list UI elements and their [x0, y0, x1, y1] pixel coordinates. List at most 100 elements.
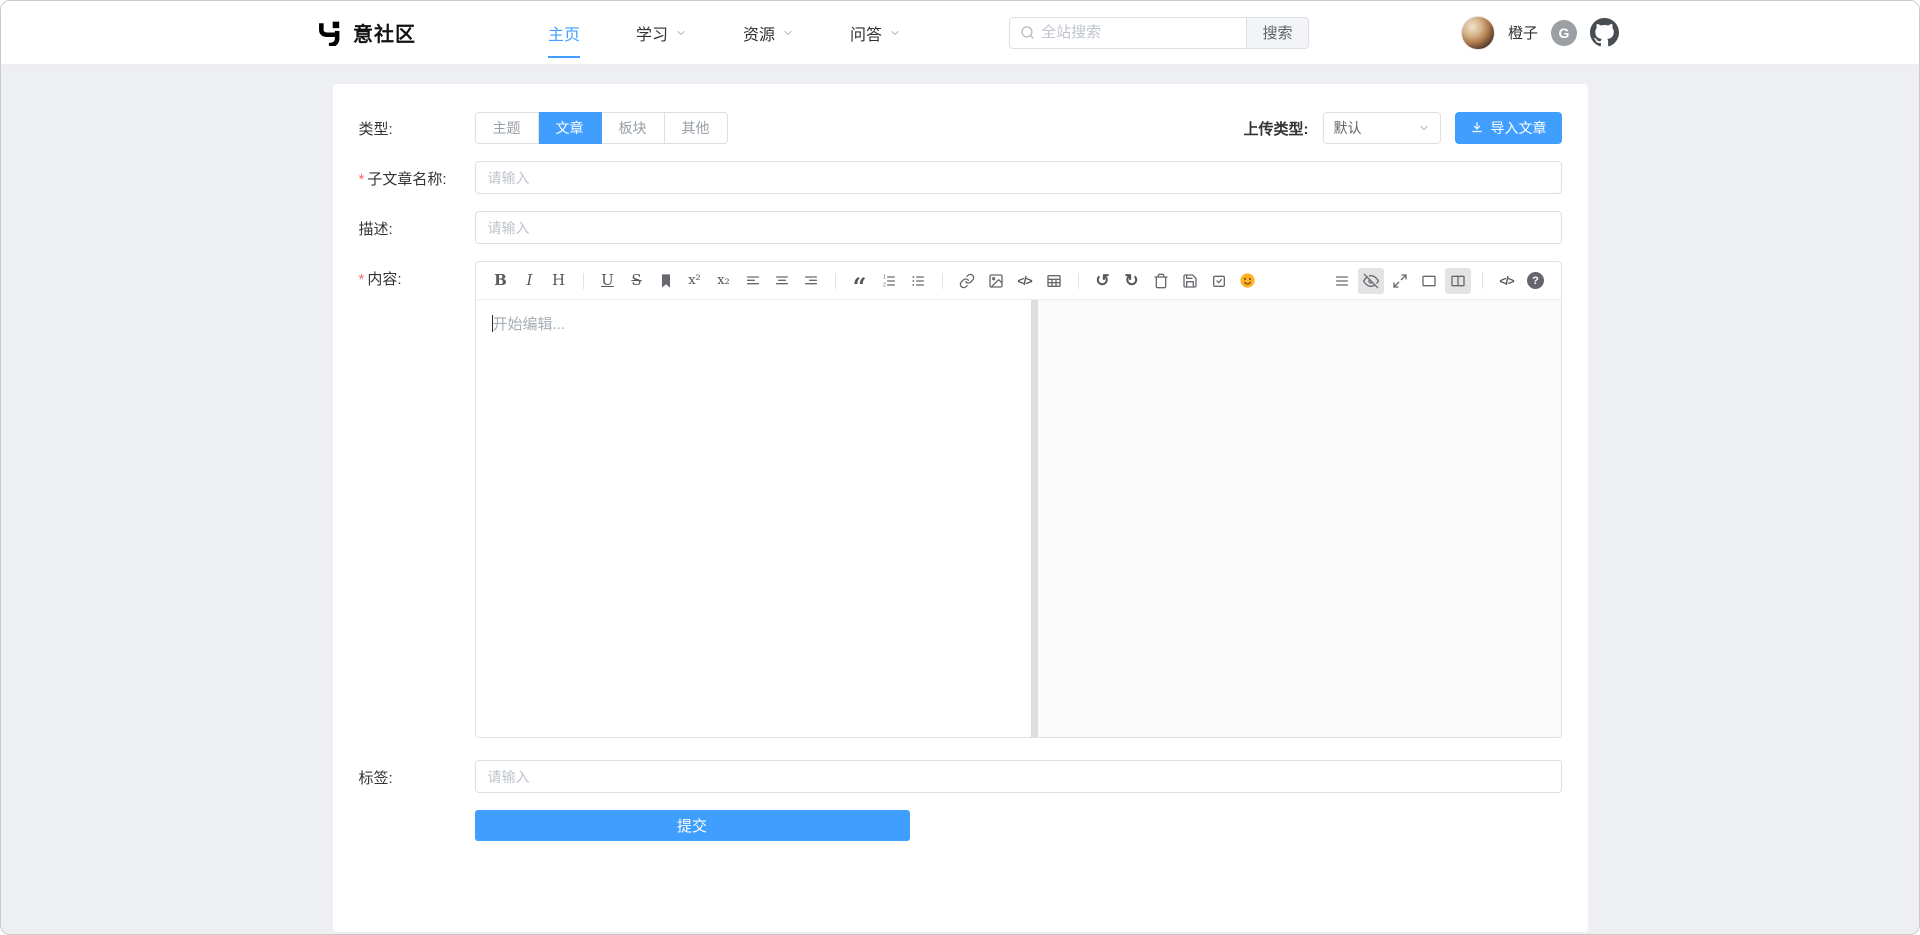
article-form-card: 类型: 主题 文章 板块 其他 上传类型: 默认 导入文章 — [333, 84, 1588, 932]
tags-label: 标签: — [359, 760, 475, 793]
nav-item-resources[interactable]: 资源 — [743, 1, 794, 65]
fullscreen-button[interactable] — [1387, 268, 1413, 294]
upload-type-select[interactable]: 默认 — [1323, 112, 1441, 144]
avatar[interactable] — [1461, 16, 1495, 50]
site-search: 搜索 — [1009, 17, 1309, 49]
submit-spacer — [359, 810, 475, 841]
italic-button[interactable]: I — [517, 268, 543, 294]
content-label: *内容: — [359, 261, 475, 738]
toolbar-divider — [1482, 273, 1483, 289]
pane-resize-handle[interactable] — [1031, 300, 1038, 737]
superscript-icon: x² — [688, 274, 701, 287]
code-button[interactable]: </> — [1012, 268, 1038, 294]
align-right-button[interactable] — [798, 268, 824, 294]
strikethrough-button[interactable]: S — [624, 268, 650, 294]
redo-button[interactable]: ↻ — [1119, 268, 1145, 294]
subscript-button[interactable]: x₂ — [711, 268, 737, 294]
gitee-icon[interactable]: G — [1551, 20, 1577, 46]
outline-button[interactable] — [1329, 268, 1355, 294]
nav-item-learn[interactable]: 学习 — [636, 1, 687, 65]
editor-placeholder: 开始编辑... — [493, 316, 566, 333]
undo-button[interactable]: ↺ — [1090, 268, 1116, 294]
emoji-button[interactable] — [1235, 268, 1261, 294]
github-icon[interactable] — [1590, 18, 1619, 47]
upload-type-group: 上传类型: 默认 导入文章 — [1244, 112, 1562, 144]
folder-check-icon — [1211, 273, 1227, 289]
unordered-list-button[interactable] — [905, 268, 931, 294]
trash-icon — [1153, 273, 1169, 289]
import-article-label: 导入文章 — [1491, 118, 1547, 138]
editor-input-pane[interactable]: 开始编辑... — [476, 300, 1031, 737]
nav-label: 主页 — [548, 21, 580, 45]
heading-icon: H — [552, 273, 565, 288]
page-background: 类型: 主题 文章 板块 其他 上传类型: 默认 导入文章 — [1, 65, 1919, 935]
draft-button[interactable] — [1206, 268, 1232, 294]
type-option-board[interactable]: 板块 — [602, 112, 665, 144]
editor-preview-pane — [1038, 300, 1561, 737]
tags-input[interactable] — [475, 760, 1562, 793]
ordered-list-button[interactable]: 12 — [876, 268, 902, 294]
source-code-button[interactable]: </> — [1494, 268, 1520, 294]
split-view-button[interactable] — [1445, 268, 1471, 294]
align-center-button[interactable] — [769, 268, 795, 294]
clear-button[interactable] — [1148, 268, 1174, 294]
submit-row: 提交 — [359, 810, 1562, 841]
preview-only-button[interactable] — [1416, 268, 1442, 294]
underline-button[interactable]: U — [595, 268, 621, 294]
save-button[interactable] — [1177, 268, 1203, 294]
description-input[interactable] — [475, 211, 1562, 244]
search-input[interactable] — [1041, 18, 1246, 48]
app-window: 意社区 主页 学习 资源 问答 搜索 — [0, 0, 1920, 935]
type-option-article[interactable]: 文章 — [539, 112, 602, 144]
save-icon — [1182, 273, 1198, 289]
split-columns-icon — [1450, 273, 1466, 289]
unordered-list-icon — [910, 273, 926, 289]
navbar: 意社区 主页 学习 资源 问答 搜索 — [1, 1, 1919, 65]
underline-icon: U — [601, 273, 614, 288]
sub-article-name-input[interactable] — [475, 161, 1562, 194]
fullscreen-icon — [1392, 273, 1408, 289]
nav-item-qa[interactable]: 问答 — [850, 1, 901, 65]
undo-icon: ↺ — [1095, 272, 1109, 289]
link-button[interactable] — [954, 268, 980, 294]
import-article-button[interactable]: 导入文章 — [1455, 112, 1562, 144]
bold-button[interactable]: B — [488, 268, 514, 294]
search-icon — [1010, 25, 1041, 40]
quote-button[interactable]: “ — [847, 268, 873, 294]
bold-icon: B — [494, 273, 507, 288]
help-button[interactable]: ? — [1523, 268, 1549, 294]
table-icon — [1046, 273, 1062, 289]
download-icon — [1470, 121, 1484, 135]
search-button[interactable]: 搜索 — [1246, 17, 1308, 49]
required-mark: * — [359, 271, 365, 288]
chevron-down-icon — [782, 27, 794, 39]
subscript-icon: x₂ — [717, 274, 730, 287]
type-option-topic[interactable]: 主题 — [475, 112, 539, 144]
align-left-button[interactable] — [740, 268, 766, 294]
name-row: *子文章名称: — [359, 161, 1562, 194]
nav-item-home[interactable]: 主页 — [548, 1, 580, 65]
heading-button[interactable]: H — [546, 268, 572, 294]
submit-button[interactable]: 提交 — [475, 810, 910, 841]
type-option-other[interactable]: 其他 — [665, 112, 728, 144]
chevron-down-icon — [1418, 122, 1430, 134]
bookmark-icon — [658, 273, 674, 289]
logo-icon — [317, 20, 343, 46]
table-button[interactable] — [1041, 268, 1067, 294]
preview-window-icon — [1421, 273, 1437, 289]
required-mark: * — [359, 171, 365, 188]
italic-icon: I — [527, 273, 533, 288]
image-icon — [988, 273, 1004, 289]
toolbar-divider — [942, 273, 943, 289]
superscript-button[interactable]: x² — [682, 268, 708, 294]
toolbar-divider — [1078, 273, 1079, 289]
redo-icon: ↻ — [1124, 272, 1138, 289]
eye-off-icon — [1363, 273, 1379, 289]
bookmark-button[interactable] — [653, 268, 679, 294]
chevron-down-icon — [889, 27, 901, 39]
image-button[interactable] — [983, 268, 1009, 294]
preview-off-button[interactable] — [1358, 268, 1384, 294]
brand[interactable]: 意社区 — [317, 18, 416, 47]
main-nav: 主页 学习 资源 问答 — [548, 1, 901, 65]
help-icon: ? — [1527, 272, 1544, 289]
